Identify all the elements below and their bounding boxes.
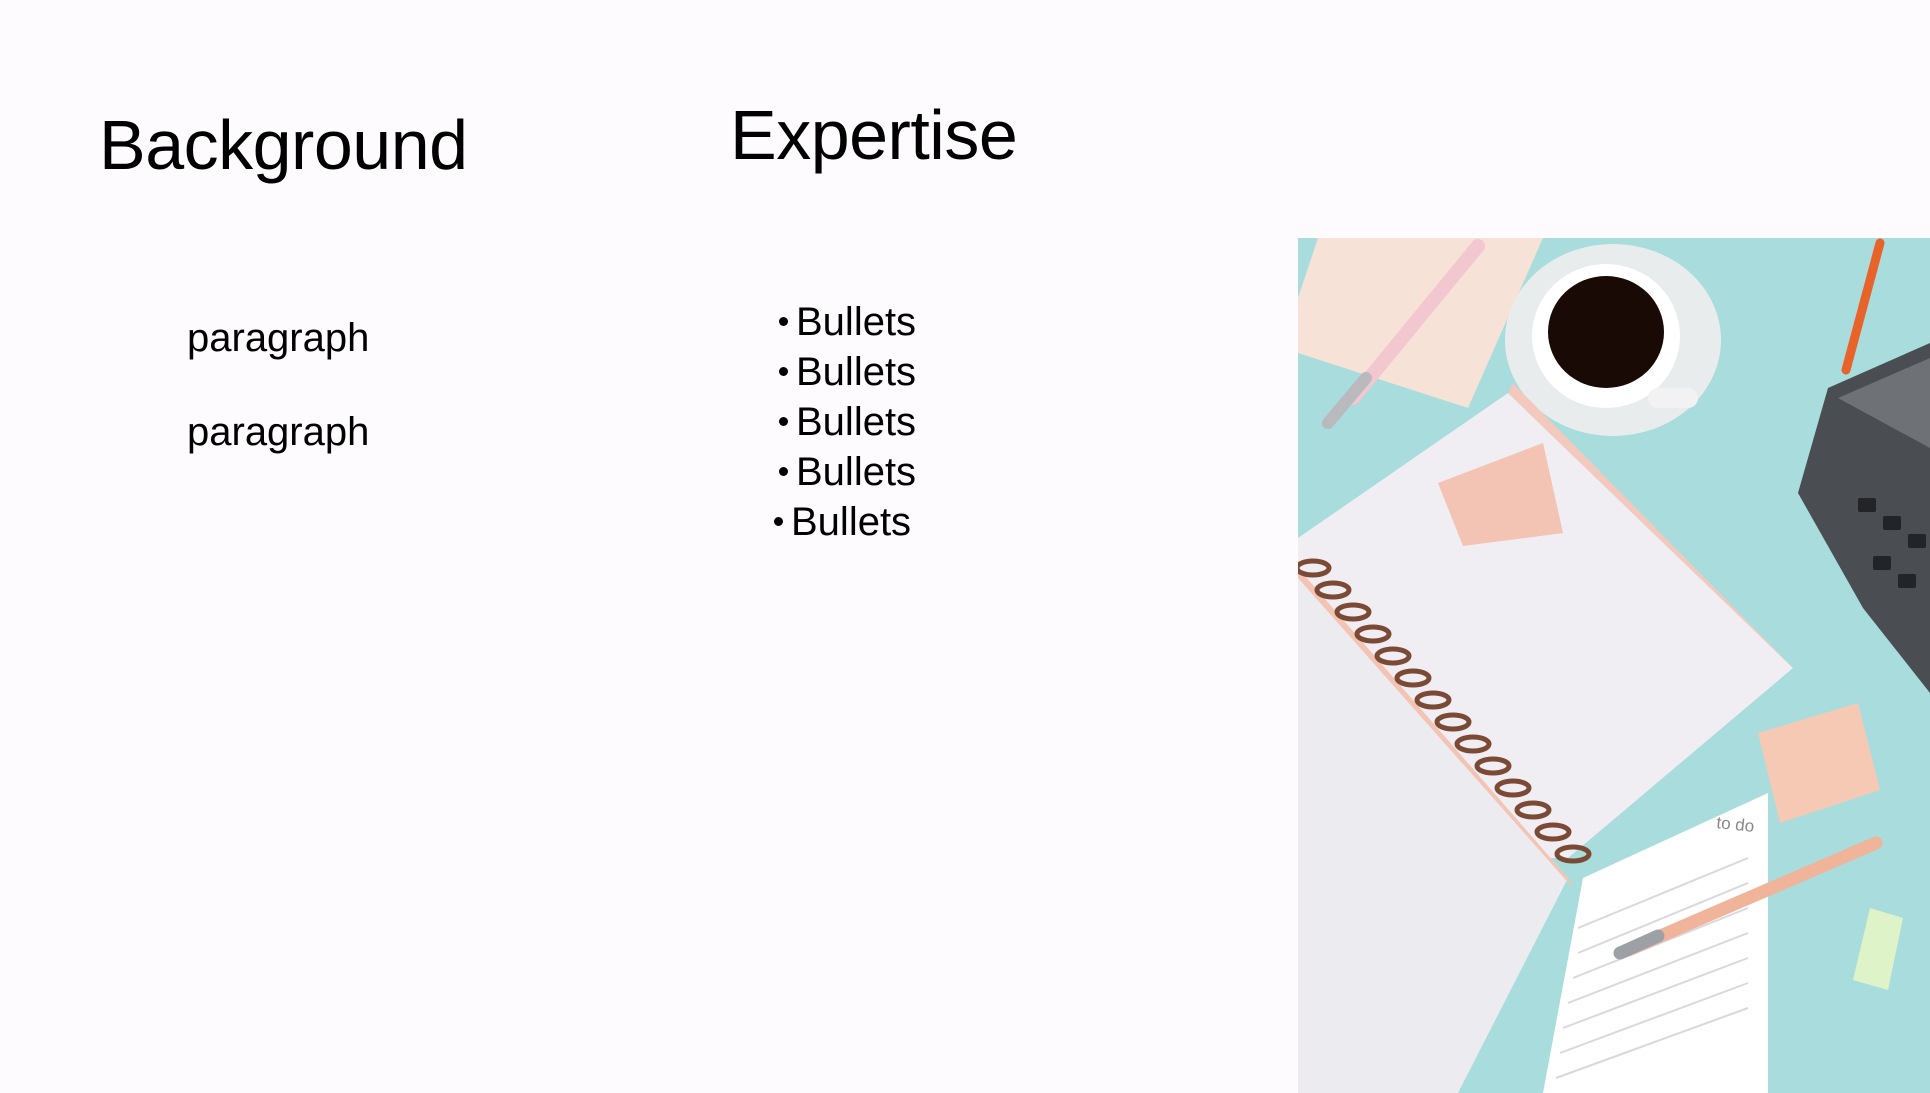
bullet-item: Bullets — [779, 447, 917, 497]
bullet-dot-icon — [779, 367, 788, 376]
bullet-item: Bullets — [779, 297, 917, 347]
paragraph-text: paragraph — [187, 316, 370, 360]
bullet-dot-icon — [779, 467, 788, 476]
todo-title: to do — [1716, 813, 1756, 836]
coffee-cup-icon — [1505, 244, 1721, 436]
bullet-text: Bullets — [796, 400, 917, 444]
expertise-heading: Expertise — [730, 96, 1018, 174]
bullet-item: Bullets — [779, 397, 917, 447]
desk-flatlay-photo: to do — [1298, 238, 1930, 1093]
bullet-dot-icon — [779, 317, 788, 326]
bullet-item: Bullets — [774, 497, 916, 547]
bullet-item: Bullets — [779, 347, 917, 397]
paragraph-text: paragraph — [187, 410, 370, 454]
bullet-text: Bullets — [796, 450, 917, 494]
bullet-dot-icon — [774, 517, 783, 526]
bullet-text: Bullets — [796, 350, 917, 394]
bullet-text: Bullets — [791, 500, 912, 544]
expertise-bullet-list: Bullets Bullets Bullets Bullets Bullets — [774, 297, 917, 547]
bullet-text: Bullets — [796, 300, 917, 344]
bullet-dot-icon — [779, 417, 788, 426]
background-heading: Background — [99, 106, 468, 184]
